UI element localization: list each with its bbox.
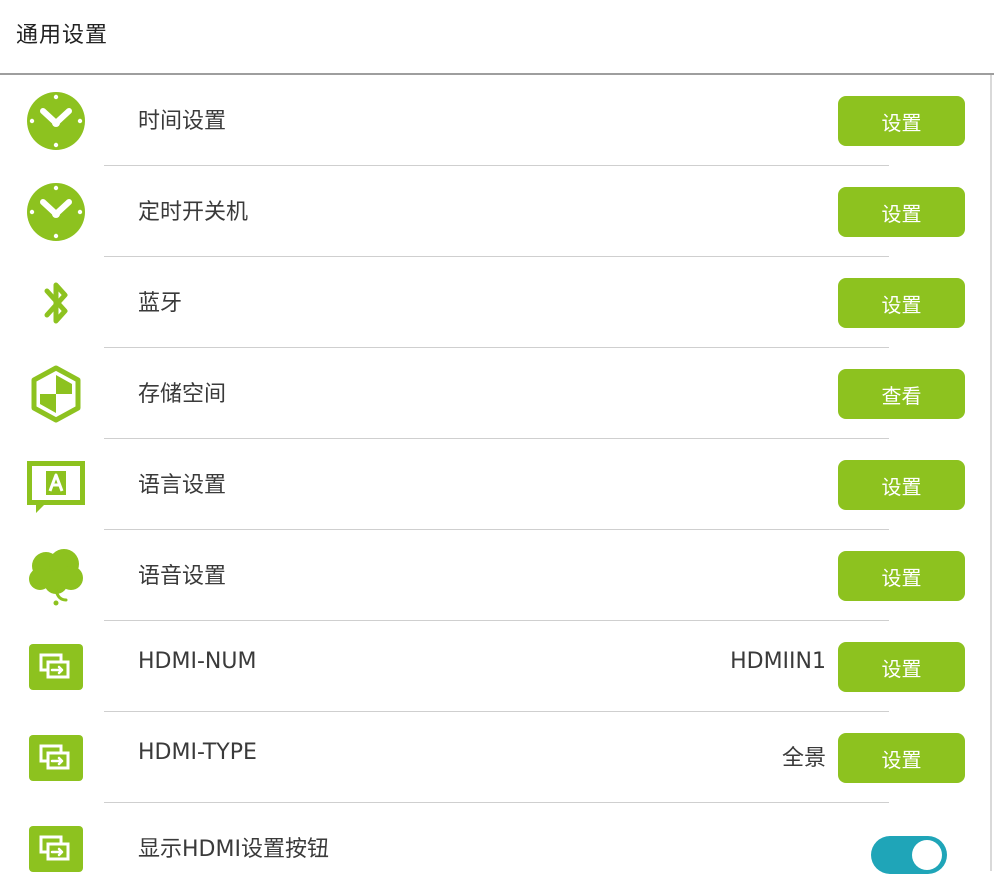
settings-row-language: 语言设置 设置	[0, 439, 994, 530]
setting-label: 语音设置	[138, 564, 227, 589]
hdmi-icon	[26, 728, 86, 788]
language-settings-button[interactable]: 设置	[838, 460, 965, 510]
scheduled-power-settings-button[interactable]: 设置	[838, 187, 965, 237]
hdmi-icon	[26, 819, 86, 879]
toggle-knob[interactable]	[912, 840, 942, 870]
hdmi-type-settings-button[interactable]: 设置	[838, 733, 965, 783]
hdmi-num-value: HDMIIN1	[730, 649, 826, 674]
settings-row-storage: 存储空间 查看	[0, 348, 994, 439]
hdmi-num-settings-button[interactable]: 设置	[838, 642, 965, 692]
time-settings-button[interactable]: 设置	[838, 96, 965, 146]
bluetooth-icon	[26, 273, 86, 333]
settings-row-bluetooth: 蓝牙 设置	[0, 257, 994, 348]
settings-row-time: 时间设置 设置	[0, 75, 994, 166]
hdmi-type-value: 全景	[781, 746, 826, 771]
language-icon	[26, 455, 86, 515]
hdmi-icon	[26, 637, 86, 697]
setting-label: 语言设置	[138, 473, 227, 498]
settings-row-hdmi-type: HDMI-TYPE 全景 设置	[0, 712, 994, 803]
setting-label: 存储空间	[138, 382, 227, 407]
clock-icon	[26, 182, 86, 242]
storage-icon	[26, 364, 86, 424]
clock-icon	[26, 91, 86, 151]
setting-label: 显示HDMI设置按钮	[138, 837, 329, 862]
settings-row-voice: 语音设置 设置	[0, 530, 994, 621]
settings-row-hdmi-num: HDMI-NUM HDMIIN1 设置	[0, 621, 994, 712]
settings-row-scheduled-power: 定时开关机 设置	[0, 166, 994, 257]
show-hdmi-button-toggle[interactable]	[871, 836, 947, 874]
voice-icon	[26, 546, 86, 606]
setting-label: 定时开关机	[138, 200, 249, 225]
header-bar: 通用设置	[0, 0, 994, 75]
voice-settings-button[interactable]: 设置	[838, 551, 965, 601]
settings-row-show-hdmi-button: 显示HDMI设置按钮	[0, 803, 994, 894]
bluetooth-settings-button[interactable]: 设置	[838, 278, 965, 328]
storage-view-button[interactable]: 查看	[838, 369, 965, 419]
setting-label: 时间设置	[138, 109, 227, 134]
setting-label: 蓝牙	[138, 291, 183, 316]
page-title: 通用设置	[16, 23, 109, 48]
setting-label: HDMI-NUM	[138, 649, 257, 674]
setting-label: HDMI-TYPE	[138, 740, 257, 765]
